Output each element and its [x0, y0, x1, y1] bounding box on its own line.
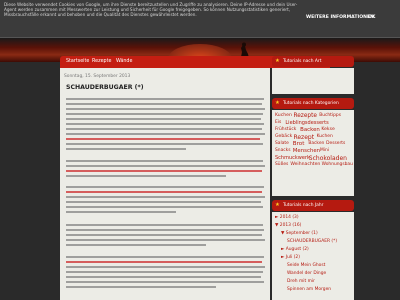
nav-item-waende[interactable]: Wände [116, 59, 132, 64]
cookie-ok-button[interactable]: OK [368, 15, 375, 20]
post-date: Sonntag, 15. September 2013 [64, 74, 131, 79]
tag-link[interactable]: Mini [320, 148, 329, 153]
archive-link[interactable]: ► Juli (2) [281, 255, 300, 260]
post-area: Sonntag, 15. September 2013 SCHAUDERBUGA… [60, 68, 270, 300]
widget-title: Tutorials nach Jahr [283, 203, 324, 208]
tag-link[interactable]: Kuchen [275, 113, 292, 118]
tag-link[interactable]: Buchtipps [319, 113, 341, 118]
tag-link[interactable]: Wohnungsbau [322, 162, 353, 167]
post-paragraph-5 [66, 256, 266, 291]
archive-link[interactable]: ► 2014 (3) [275, 215, 299, 220]
widget-header-kategorien: ★ Tutorials nach Kategorien [272, 98, 354, 109]
cookie-text: Diese Website verwendet Cookies von Goog… [4, 2, 298, 18]
cookie-banner: Diese Website verwendet Cookies von Goog… [0, 0, 400, 38]
widget-body-art [272, 68, 354, 94]
archive-link[interactable]: Seide Mein Ghost [287, 263, 325, 268]
post-paragraph-2 [66, 160, 266, 180]
post-paragraph-4 [66, 224, 266, 249]
tag-link[interactable]: Eis [275, 120, 281, 125]
star-icon: ★ [275, 202, 280, 208]
nav-item-startseite[interactable]: Startseite [66, 59, 89, 64]
tag-link[interactable]: Süßes [275, 162, 288, 167]
tag-link[interactable]: Lieblingsdesserts [285, 120, 328, 126]
tag-link[interactable]: Weihnachten [290, 162, 320, 167]
widget-title: Tutorials nach Kategorien [283, 101, 339, 106]
tag-link[interactable]: Schokoladen [309, 155, 347, 162]
archive-link[interactable]: Wandel der Dinge [287, 271, 326, 276]
tag-link[interactable]: Snacks [275, 148, 291, 153]
archive-link[interactable]: Spinnen am Morgen [287, 287, 331, 292]
tag-link[interactable]: Backen [300, 127, 320, 133]
tag-link[interactable]: Brot [293, 141, 305, 147]
post-paragraph-3 [66, 186, 266, 216]
cookie-more-info-button[interactable]: WEITERE INFORMATIONEN [306, 15, 374, 20]
tag-link[interactable]: Gebäck [275, 134, 292, 139]
archive-link[interactable]: ► August (2) [281, 247, 309, 252]
tag-link[interactable]: Kekse [321, 127, 335, 132]
star-icon: ★ [275, 58, 280, 64]
star-icon: ★ [275, 100, 280, 106]
tag-link[interactable]: Backen [308, 141, 324, 146]
tag-link[interactable]: Salate [275, 141, 289, 146]
post-title[interactable]: SCHAUDERBUGAER (*) [66, 84, 144, 91]
tag-link[interactable]: Rezept [293, 134, 314, 141]
archive-link[interactable]: ▼ 2013 (16) [275, 223, 301, 228]
post-paragraph-1 [66, 98, 266, 153]
sidebar: ★ Tutorials nach Art ★ Tutorials nach Ka… [270, 56, 356, 300]
tag-link[interactable]: Rezepte [293, 113, 316, 119]
tag-cloud: Kuchen Rezepte Buchtipps Eis Lieblingsdesser… [272, 110, 354, 196]
tag-link[interactable]: Frühstück [275, 127, 296, 132]
archive-list: ► 2014 (3) ▼ 2013 (16) ▼ September (1) SCHA… [272, 212, 354, 300]
tag-link[interactable]: Kuchen [317, 134, 333, 139]
archive-link[interactable]: ▼ September (1) [281, 231, 318, 236]
tag-link[interactable]: Schmuckwerk [275, 155, 310, 161]
nav-item-rezepte[interactable]: Rezepte [92, 59, 111, 64]
tag-link[interactable]: Desserts [326, 141, 345, 146]
widget-header-art: ★ Tutorials nach Art [272, 56, 354, 67]
widget-title: Tutorials nach Art [283, 59, 322, 64]
archive-link[interactable]: SCHAUDERBUGAER (*) [287, 239, 337, 244]
widget-header-jahr: ★ Tutorials nach Jahr [272, 200, 354, 211]
tag-link[interactable]: Menschen [293, 148, 320, 154]
archive-link[interactable]: Dreh mit mir [287, 279, 315, 284]
